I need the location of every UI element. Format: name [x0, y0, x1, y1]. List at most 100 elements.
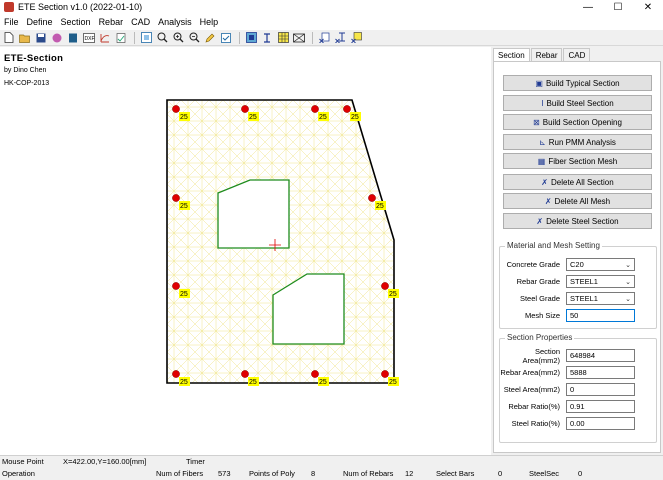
menu-rebar[interactable]: Rebar [95, 17, 128, 27]
mesh-cell [215, 344, 231, 360]
zoom-extent-icon[interactable] [139, 31, 153, 45]
button-label: Run PMM Analysis [548, 137, 616, 147]
mesh-cell [398, 233, 412, 247]
steel-ratio-field[interactable]: 0.00 [566, 417, 635, 430]
tab-section[interactable]: Section [493, 48, 530, 61]
delete-mesh-icon[interactable] [349, 31, 363, 45]
rebar-area-field[interactable]: 5888 [566, 366, 635, 379]
steel-section-icon[interactable] [260, 31, 274, 45]
curve-icon[interactable] [98, 31, 112, 45]
mesh-cell [216, 387, 230, 401]
menu-help[interactable]: Help [196, 17, 223, 27]
mesh-cell [300, 387, 314, 401]
menu-cad[interactable]: CAD [127, 17, 154, 27]
app-icon [4, 2, 14, 12]
mesh-cell [299, 246, 315, 262]
menu-section[interactable]: Section [57, 17, 95, 27]
save-icon[interactable] [34, 31, 48, 45]
mesh-cell [313, 260, 329, 276]
points-of-poly-label: Points of Poly [249, 469, 295, 478]
build-section-opening-button[interactable]: ⊠ Build Section Opening [503, 114, 652, 130]
steel-grade-select[interactable]: STEEL1 ⌄ [566, 292, 635, 305]
mesh-cell [299, 358, 315, 374]
panel-tabs: Section Rebar CAD [493, 48, 591, 61]
open-folder-icon[interactable] [18, 31, 32, 45]
mesh-cell [369, 288, 385, 304]
mesh-cell [201, 162, 217, 178]
mesh-cell [313, 204, 329, 220]
mesh-cell [187, 288, 203, 304]
mesh-cell [355, 100, 371, 108]
mesh-cell [201, 274, 217, 290]
material-icon[interactable] [50, 31, 64, 45]
rebar-ratio-field[interactable]: 0.91 [566, 400, 635, 413]
section-area-field[interactable]: 648984 [566, 349, 635, 362]
mesh-cell [173, 302, 189, 318]
mesh-cell [355, 204, 371, 220]
rebar-grade-select[interactable]: STEEL1 ⌄ [566, 275, 635, 288]
mesh-cell [314, 387, 328, 401]
mesh-cell [229, 246, 245, 262]
toolbar: DXF [0, 30, 663, 46]
mesh-cell [369, 148, 385, 164]
maximize-button[interactable]: ☐ [603, 0, 633, 14]
menu-analysis[interactable]: Analysis [154, 17, 196, 27]
mesh-cell [215, 330, 231, 346]
mesh-cell [341, 162, 357, 178]
section-canvas[interactable]: 25 25 25 25 25 25 25 25 25 25 25 25 ETE-Section by … [0, 47, 491, 455]
book-icon[interactable] [66, 31, 80, 45]
run-pmm-analysis-button[interactable]: ⊾ Run PMM Analysis [503, 134, 652, 150]
mesh-cell [341, 204, 357, 220]
minimize-button[interactable]: — [573, 0, 603, 14]
typical-section-icon[interactable] [244, 31, 258, 45]
mesh-cell [384, 387, 398, 401]
mesh-size-input[interactable]: 50 [566, 309, 635, 322]
menu-define[interactable]: Define [23, 17, 57, 27]
pencil-icon[interactable] [203, 31, 217, 45]
section-drawing[interactable]: 25 25 25 25 25 25 25 25 25 25 25 25 [0, 47, 491, 455]
mesh-cell [271, 260, 287, 276]
zoom-in-icon[interactable] [171, 31, 185, 45]
check-icon[interactable] [219, 31, 233, 45]
concrete-grade-select[interactable]: C20 ⌄ [566, 258, 635, 271]
rebar-label: 25 [376, 203, 384, 210]
mesh-cell [173, 148, 189, 164]
mesh-cell [257, 302, 273, 318]
mesh-cell [285, 106, 301, 122]
mesh-cell [355, 288, 371, 304]
dxf-icon[interactable]: DXF [82, 31, 96, 45]
mesh-cell [173, 120, 189, 136]
zoom-icon[interactable] [155, 31, 169, 45]
mesh-icon[interactable] [276, 31, 290, 45]
delete-section-icon[interactable] [317, 31, 331, 45]
fiber-section-mesh-button[interactable]: ▦ Fiber Section Mesh [503, 153, 652, 169]
delete-steel-icon[interactable] [333, 31, 347, 45]
mesh-cell [271, 134, 287, 150]
new-file-icon[interactable] [2, 31, 16, 45]
close-button[interactable]: ✕ [633, 0, 663, 14]
mesh-cell [187, 232, 203, 248]
build-typical-section-button[interactable]: ▣ Build Typical Section [503, 75, 652, 91]
mesh-cell [398, 121, 412, 135]
mesh-cell [299, 120, 315, 136]
steel-area-field[interactable]: 0 [566, 383, 635, 396]
material-group-title: Material and Mesh Setting [505, 241, 602, 250]
zoom-out-icon[interactable] [187, 31, 201, 45]
mesh-cell [327, 218, 343, 234]
delete-all-mesh-button[interactable]: ✗ Delete All Mesh [503, 193, 652, 209]
tab-cad[interactable]: CAD [563, 48, 591, 61]
mesh-cell [369, 232, 385, 248]
menu-file[interactable]: File [0, 17, 23, 27]
button-label: Build Section Opening [542, 117, 622, 127]
mesh-cell [341, 232, 357, 248]
report-icon[interactable] [114, 31, 128, 45]
build-steel-section-button[interactable]: I Build Steel Section [503, 95, 652, 111]
mesh-cell [257, 358, 273, 374]
tab-rebar[interactable]: Rebar [530, 48, 563, 61]
mesh-cell [215, 120, 231, 136]
delete-all-section-button[interactable]: ✗ Delete All Section [503, 174, 652, 190]
delete-steel-section-button[interactable]: ✗ Delete Steel Section [503, 213, 652, 229]
button-label: Delete All Section [551, 177, 614, 187]
opening-icon[interactable] [292, 31, 306, 45]
mesh-cell [398, 191, 412, 205]
